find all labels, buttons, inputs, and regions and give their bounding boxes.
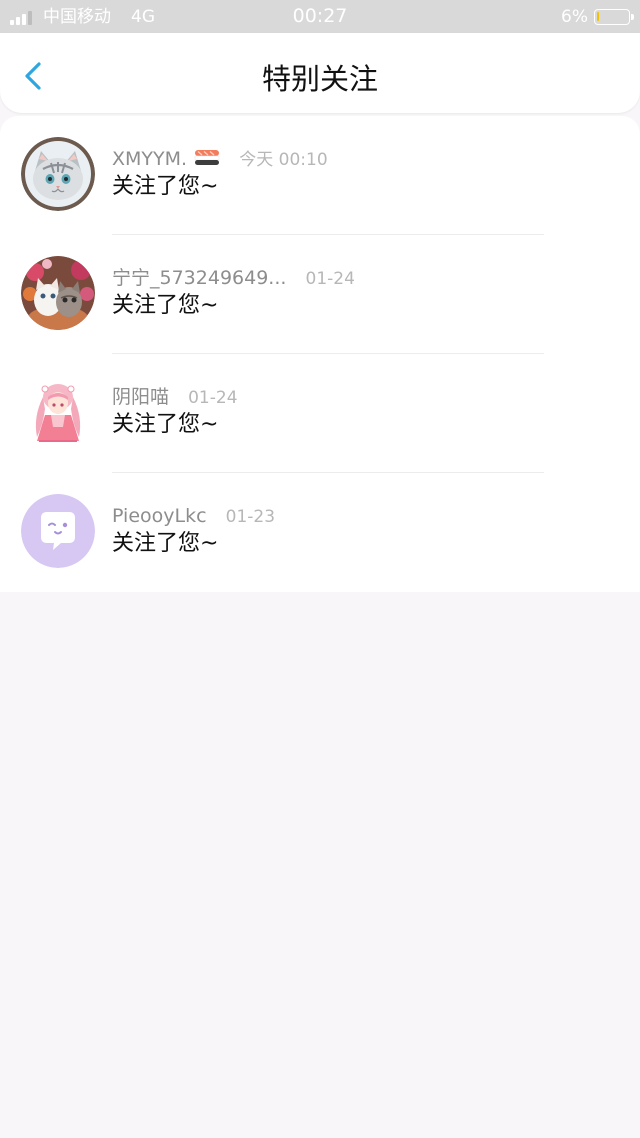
status-bar: 中国移动 4G 00:27 6%: [0, 0, 640, 33]
list-item[interactable]: 宁宁_573249649... 01-24 关注了您~: [0, 235, 640, 354]
list-item[interactable]: 阴阳喵 01-24 关注了您~: [0, 354, 640, 473]
message-text: 关注了您~: [112, 293, 219, 318]
item-time: 01-24: [188, 388, 238, 408]
item-time: 01-24: [305, 269, 355, 289]
user-name[interactable]: XMYYM.: [112, 148, 187, 170]
item-time: 01-23: [225, 507, 276, 527]
cat-avatar[interactable]: [21, 137, 95, 211]
anime-girl-avatar[interactable]: [21, 375, 95, 449]
screen: 中国移动 4G 00:27 6% 特别关注 XMYYM. 今天 00:10 关注…: [0, 0, 640, 1138]
battery-level: [597, 12, 599, 21]
user-name[interactable]: PieooyLkc: [112, 505, 207, 527]
user-name[interactable]: 阴阳喵: [112, 386, 169, 408]
user-line: XMYYM. 今天 00:10: [112, 146, 328, 172]
follower-list: XMYYM. 今天 00:10 关注了您~ 宁宁_573249649... 01…: [0, 116, 640, 592]
message-text: 关注了您~: [112, 174, 219, 199]
status-time: 00:27: [292, 5, 348, 27]
page-title: 特别关注: [261, 62, 378, 96]
nav-bar: 特别关注: [0, 33, 640, 113]
user-line: 宁宁_573249649... 01-24: [112, 265, 355, 291]
list-item[interactable]: PieooyLkc 01-23 关注了您~: [0, 473, 640, 592]
battery-icon: [594, 9, 634, 25]
list-item[interactable]: XMYYM. 今天 00:10 关注了您~: [0, 116, 640, 235]
user-line: 阴阳喵 01-24: [112, 384, 238, 410]
user-line: PieooyLkc 01-23: [112, 503, 275, 529]
sushi-emoji-icon: [194, 147, 220, 175]
battery-percent: 6%: [561, 7, 588, 27]
message-text: 关注了您~: [112, 412, 219, 437]
message-text: 关注了您~: [112, 531, 219, 556]
kittens-avatar[interactable]: [21, 256, 95, 330]
default-chat-avatar[interactable]: [21, 494, 95, 568]
item-time: 今天 00:10: [239, 150, 328, 170]
user-name[interactable]: 宁宁_573249649...: [112, 267, 286, 289]
